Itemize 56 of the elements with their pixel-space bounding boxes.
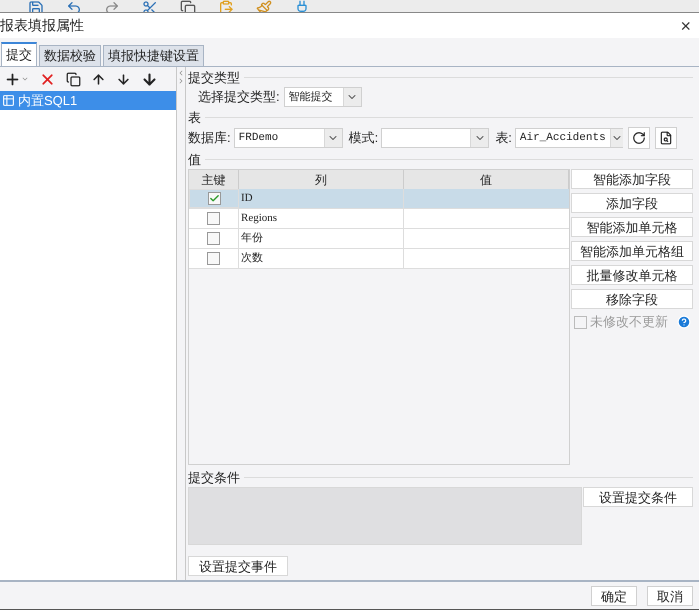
help-icon[interactable] bbox=[677, 315, 691, 329]
preview-button[interactable] bbox=[654, 127, 677, 149]
add-icon[interactable] bbox=[4, 70, 21, 88]
field-label: 表: bbox=[495, 129, 512, 148]
close-button[interactable]: × bbox=[672, 16, 699, 34]
action-button[interactable]: 智能添加单元格 bbox=[571, 217, 693, 237]
action-button[interactable]: 移除字段 bbox=[571, 289, 693, 309]
redo-icon[interactable] bbox=[104, 0, 120, 12]
field-label: 模式: bbox=[348, 129, 378, 148]
database-dropdown[interactable]: FRDemo bbox=[234, 128, 343, 148]
table-dropdown[interactable]: Air_Accidents bbox=[514, 128, 623, 148]
checkbox[interactable] bbox=[207, 212, 220, 225]
document-search-icon bbox=[658, 131, 673, 145]
refresh-button[interactable] bbox=[628, 127, 650, 149]
action-button[interactable]: 智能添加字段 bbox=[571, 169, 693, 189]
action-button[interactable]: 设置提交事件 bbox=[188, 556, 288, 576]
brush-icon[interactable] bbox=[256, 0, 272, 12]
action-button[interactable]: 智能添加单元格组 bbox=[571, 241, 693, 261]
undo-icon[interactable] bbox=[66, 0, 82, 12]
action-button[interactable]: 批量修改单元格 bbox=[571, 265, 693, 285]
table-cell: 次数 bbox=[239, 249, 404, 268]
checkbox[interactable] bbox=[207, 252, 220, 265]
checkbox[interactable] bbox=[208, 192, 220, 205]
refresh-icon bbox=[632, 131, 646, 145]
move-up-icon[interactable] bbox=[91, 72, 106, 86]
action-button[interactable]: 添加字段 bbox=[571, 193, 693, 213]
section-heading: 表 bbox=[188, 110, 201, 124]
collapse-icon[interactable] bbox=[177, 69, 185, 77]
move-bottom-icon[interactable] bbox=[141, 70, 158, 88]
action-button[interactable]: 设置提交条件 bbox=[583, 487, 693, 507]
tab[interactable]: 提交 bbox=[1, 42, 37, 66]
table-cell: Regions bbox=[239, 209, 404, 228]
tab[interactable]: 填报快捷键设置 bbox=[103, 45, 204, 66]
ok-button[interactable]: 确定 bbox=[591, 586, 637, 606]
section-heading: 提交类型 bbox=[188, 70, 240, 84]
section-heading: 提交条件 bbox=[188, 470, 240, 484]
move-down-icon[interactable] bbox=[116, 72, 131, 86]
tab[interactable]: 数据校验 bbox=[39, 45, 101, 66]
field-label: 数据库: bbox=[188, 129, 231, 148]
copy-icon[interactable] bbox=[180, 0, 196, 12]
expand-icon[interactable] bbox=[177, 77, 185, 85]
copy-icon[interactable] bbox=[66, 72, 81, 86]
checkbox-label: 未修改不更新 bbox=[590, 313, 668, 332]
dropdown-caret-icon[interactable] bbox=[21, 75, 29, 83]
window-title: 报表填报属性 bbox=[0, 16, 84, 35]
submit-type-dropdown[interactable]: 智能提交 bbox=[284, 87, 362, 107]
column-header: 主键 bbox=[189, 170, 239, 189]
save-icon[interactable] bbox=[28, 0, 44, 12]
table-cell: ID bbox=[239, 189, 404, 208]
checkbox[interactable] bbox=[207, 232, 220, 245]
section-heading: 值 bbox=[188, 152, 201, 166]
field-label: 选择提交类型: bbox=[198, 88, 280, 106]
cancel-button[interactable]: 取消 bbox=[647, 586, 693, 606]
scissors-icon[interactable] bbox=[142, 0, 158, 12]
table-icon bbox=[2, 94, 15, 107]
table-cell: 年份 bbox=[239, 229, 404, 248]
